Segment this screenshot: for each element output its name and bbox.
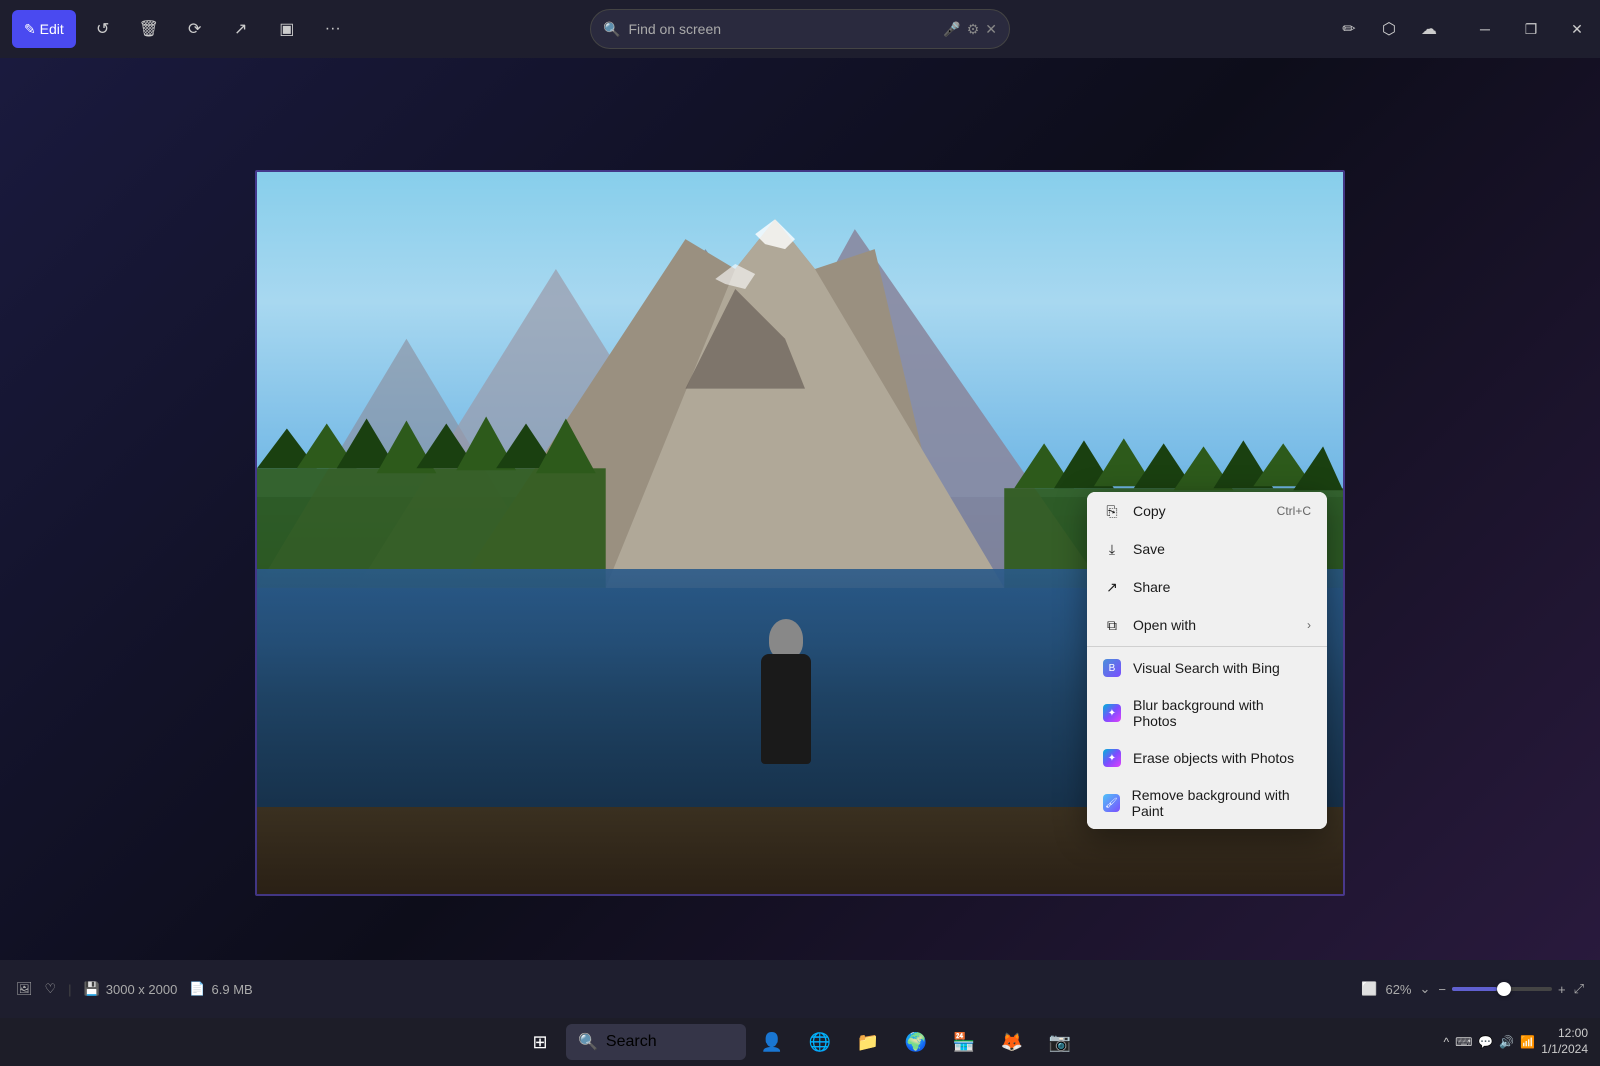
open-with-icon: ⧉ (1103, 616, 1121, 634)
wifi-icon[interactable]: 📶 (1520, 1035, 1535, 1049)
remove-background-label: Remove background with Paint (1132, 787, 1311, 819)
open-with-menu-item[interactable]: ⧉ Open with › (1087, 606, 1327, 644)
save-icon: ⤓ (1103, 540, 1121, 558)
minimize-button[interactable]: ─ (1462, 0, 1508, 58)
taskbar-app-user[interactable]: 👤 (750, 1020, 794, 1064)
search-icon: 🔍 (603, 21, 620, 38)
search-bar: 🔍 Find on screen 🎤 ⚙ ✕ (590, 9, 1010, 49)
close-button[interactable]: ✕ (1554, 0, 1600, 58)
speaker-icon[interactable]: 🔊 (1499, 1035, 1514, 1049)
submenu-arrow-icon: › (1307, 618, 1311, 632)
windows-icon: ⊞ (532, 1032, 547, 1053)
heart-icon-status[interactable]: ♡ (45, 981, 57, 997)
taskbar-app-files[interactable]: 📁 (846, 1020, 890, 1064)
chat-icon[interactable]: 💬 (1478, 1035, 1493, 1049)
date-display: 1/1/2024 (1541, 1042, 1588, 1058)
dimensions-value: 3000 x 2000 (106, 982, 178, 997)
share-menu-item[interactable]: ↗ Share (1087, 568, 1327, 606)
zoom-level-value: 62% (1385, 982, 1411, 997)
share-label: Share (1133, 579, 1170, 595)
taskbar-app-browser[interactable]: 🦊 (990, 1020, 1034, 1064)
window-controls: ─ ❐ ✕ (1462, 0, 1600, 58)
disk-icon: 💾 (84, 981, 100, 997)
taskbar-app-web[interactable]: 🌐 (798, 1020, 842, 1064)
rotate-button[interactable]: ⟳ (176, 10, 214, 48)
paint-icon: 🖌 (1103, 794, 1120, 812)
blur-background-label: Blur background with Photos (1133, 697, 1311, 729)
share-toolbar-button[interactable]: ↗ (222, 10, 260, 48)
search-bar-controls: 🎤 ⚙ ✕ (943, 21, 997, 38)
taskbar-app-store[interactable]: 🏪 (942, 1020, 986, 1064)
remove-background-menu-item[interactable]: 🖌 Remove background with Paint (1087, 777, 1327, 829)
save-label: Save (1133, 541, 1165, 557)
zoom-minus-icon[interactable]: − (1438, 982, 1446, 997)
screen-icon[interactable]: ⬜ (1361, 981, 1377, 997)
zoom-filled (1452, 987, 1497, 991)
statusbar: 🖼 ♡ | 💾 3000 x 2000 📄 6.9 MB ⬜ 62% ⌄ − +… (0, 960, 1600, 1018)
figure-body (761, 654, 811, 764)
taskbar-app-edge[interactable]: 🌍 (894, 1020, 938, 1064)
zoom-plus-icon[interactable]: + (1558, 982, 1566, 997)
blur-background-menu-item[interactable]: ✦ Blur background with Photos (1087, 687, 1327, 739)
taskbar: ⊞ 🔍 Search 👤 🌐 📁 🌍 🏪 🦊 📷 ^ ⌨ 💬 🔊 📶 12:00… (0, 1018, 1600, 1066)
zoom-slider[interactable]: − + (1438, 982, 1565, 997)
context-menu: ⎘ Copy Ctrl+C ⤓ Save ↗ Share ⧉ Open with… (1087, 492, 1327, 829)
visual-search-menu-item[interactable]: B Visual Search with Bing (1087, 649, 1327, 687)
more-button[interactable]: ··· (314, 10, 352, 48)
share-icon: ↗ (1103, 578, 1121, 596)
dropdown-icon[interactable]: ⌄ (1420, 981, 1431, 997)
menu-separator (1087, 646, 1327, 647)
figure-head (769, 619, 803, 659)
titlebar: ✎ Edit ↺ 🗑 ⟳ ↗ ▣ ··· 🔍 Find on screen 🎤 … (0, 0, 1600, 58)
search-input[interactable]: Find on screen (628, 21, 935, 37)
visual-search-label: Visual Search with Bing (1133, 660, 1280, 676)
cloud-icon[interactable]: ☁ (1410, 10, 1448, 48)
pen-icon[interactable]: ✏ (1330, 10, 1368, 48)
system-clock[interactable]: 12:00 1/1/2024 (1541, 1026, 1588, 1057)
bing-icon: B (1103, 659, 1121, 677)
delete-button[interactable]: 🗑 (130, 10, 168, 48)
hex-icon[interactable]: ⬡ (1370, 10, 1408, 48)
taskbar-search-label: Search (606, 1033, 657, 1051)
maximize-button[interactable]: ❐ (1508, 0, 1554, 58)
status-divider-1: | (68, 982, 71, 997)
copy-menu-item[interactable]: ⎘ Copy Ctrl+C (1087, 492, 1327, 530)
time-display: 12:00 (1541, 1026, 1588, 1042)
copy-label: Copy (1133, 503, 1166, 519)
start-button[interactable]: ⊞ (518, 1020, 562, 1064)
taskbar-app-photos[interactable]: 📷 (1038, 1020, 1082, 1064)
taskbar-search-icon: 🔍 (578, 1032, 598, 1052)
system-tray-icon-up[interactable]: ^ (1443, 1035, 1449, 1049)
undo-button[interactable]: ↺ (84, 10, 122, 48)
erase-objects-menu-item[interactable]: ✦ Erase objects with Photos (1087, 739, 1327, 777)
person-figure (746, 604, 826, 764)
edit-button[interactable]: ✎ Edit (12, 10, 76, 48)
zoom-track[interactable] (1452, 987, 1552, 991)
photos-erase-icon: ✦ (1103, 749, 1121, 767)
close-search-icon[interactable]: ✕ (985, 21, 997, 38)
frame-button[interactable]: ▣ (268, 10, 306, 48)
photos-blur-icon: ✦ (1103, 704, 1121, 722)
image-frame: ⎘ Copy Ctrl+C ⤓ Save ↗ Share ⧉ Open with… (255, 170, 1345, 896)
erase-objects-label: Erase objects with Photos (1133, 750, 1294, 766)
taskbar-search[interactable]: 🔍 Search (566, 1024, 746, 1060)
main-image-area: ⎘ Copy Ctrl+C ⤓ Save ↗ Share ⧉ Open with… (0, 58, 1600, 1008)
taskbar-right: ^ ⌨ 💬 🔊 📶 12:00 1/1/2024 (1443, 1026, 1588, 1057)
copy-icon: ⎘ (1103, 502, 1121, 520)
save-menu-item[interactable]: ⤓ Save (1087, 530, 1327, 568)
keyboard-icon[interactable]: ⌨ (1455, 1035, 1472, 1049)
titlebar-right-icons: ✏ ⬡ ☁ (1330, 10, 1448, 48)
filesize-icon: 📄 (189, 981, 205, 997)
image-icon-status: 🖼 (16, 981, 33, 997)
filesize-value: 6.9 MB (212, 982, 253, 997)
open-with-label: Open with (1133, 617, 1196, 633)
expand-icon[interactable]: ⤢ (1574, 981, 1584, 997)
dimensions-display: 💾 3000 x 2000 (84, 981, 178, 997)
file-size-display: 📄 6.9 MB (189, 981, 252, 997)
zoom-thumb[interactable] (1497, 982, 1511, 996)
microphone-icon[interactable]: 🎤 (943, 21, 960, 38)
settings-icon[interactable]: ⚙ (967, 21, 980, 38)
copy-shortcut: Ctrl+C (1277, 504, 1311, 518)
zoom-control: ⬜ 62% ⌄ − + ⤢ (1361, 981, 1584, 997)
